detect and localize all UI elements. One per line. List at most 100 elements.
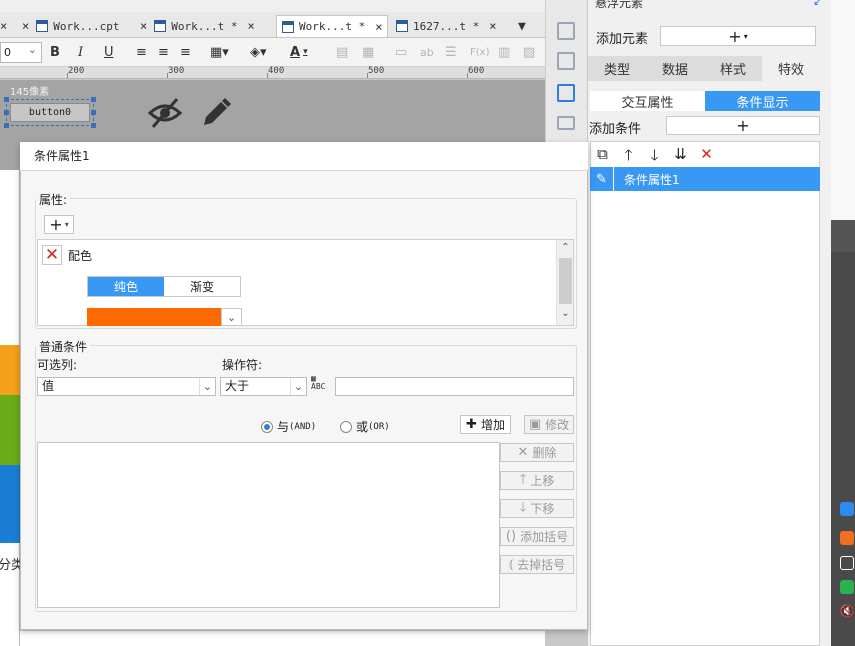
collapse-icon[interactable]: ↙: [813, 0, 822, 8]
cell-properties-icon[interactable]: [557, 22, 575, 40]
or-sub-label: (OR): [368, 421, 390, 432]
fill-color-icon[interactable]: ◈▾: [250, 43, 267, 61]
green-cell-block: [0, 395, 20, 465]
modify-label: 修改: [545, 418, 570, 432]
tab-label: 1627...t *: [413, 19, 480, 33]
column-select[interactable]: 值 ⌄: [37, 377, 216, 396]
close-icon[interactable]: ×: [375, 20, 382, 34]
merge-cells-icon[interactable]: ▤: [336, 43, 348, 61]
add-bracket-button[interactable]: () 添加括号: [500, 527, 574, 546]
operator-select[interactable]: 大于 ⌄: [220, 377, 307, 396]
chevron-down-icon[interactable]: ⌄: [221, 308, 242, 326]
and-radio[interactable]: 与 (AND): [261, 418, 316, 435]
tab-0[interactable]: × Work...cpt: [22, 15, 119, 37]
underline-button[interactable]: U: [104, 43, 114, 61]
image-icon[interactable]: ▨: [523, 43, 535, 61]
align-right-icon[interactable]: ≡: [180, 43, 191, 61]
move-down-icon[interactable]: 🡓: [646, 145, 663, 164]
chevron-down-icon: ⌄: [290, 378, 306, 395]
scroll-down-icon[interactable]: ⌄: [557, 308, 574, 319]
scroll-up-icon[interactable]: ⌃: [557, 242, 574, 253]
chart-icon[interactable]: ▥: [498, 43, 510, 61]
formula-icon[interactable]: F(x): [470, 43, 489, 61]
plus-icon: +: [49, 215, 63, 234]
border-icon[interactable]: ▦▾: [210, 43, 229, 61]
tab-list-icon[interactable]: ▼: [518, 15, 526, 37]
report-file-icon: [154, 20, 167, 32]
tab-type[interactable]: 类型: [588, 56, 646, 81]
tab-interaction[interactable]: 交互属性: [590, 91, 705, 111]
widget-settings-icon[interactable]: [557, 52, 575, 70]
tab-style[interactable]: 样式: [704, 56, 762, 81]
move-bottom-icon[interactable]: ⇊: [672, 145, 689, 163]
move-up-button[interactable]: 🡑 上移: [500, 471, 574, 490]
mute-icon[interactable]: 🔇: [840, 604, 855, 618]
radio-unchecked-icon[interactable]: [340, 420, 352, 433]
tab-1[interactable]: × Work...t * ×: [140, 15, 255, 37]
tab-2[interactable]: Work...t * ×: [276, 15, 389, 37]
floating-button-element[interactable]: button0: [4, 97, 96, 128]
modify-button[interactable]: ▣ 修改: [524, 415, 574, 434]
plus-icon: ✚: [466, 417, 477, 432]
close-icon[interactable]: ×: [489, 19, 496, 33]
condition-list-item[interactable]: ✎ 条件属性1: [590, 167, 820, 191]
tab-effects[interactable]: 特效: [762, 56, 820, 81]
condition-expression-area[interactable]: [37, 442, 500, 608]
add-condition-button[interactable]: +: [666, 116, 820, 135]
link-icon[interactable]: ▭: [395, 43, 407, 61]
move-down-button[interactable]: 🡓 下移: [500, 499, 574, 518]
arrow-up-icon: 🡑: [519, 471, 527, 487]
text-align-icon[interactable]: ☰: [445, 43, 457, 61]
orange-cell-block: [0, 345, 20, 395]
abbr-icon[interactable]: ab: [420, 43, 434, 61]
font-color-button[interactable]: A ▾: [290, 43, 308, 61]
float-element-icon[interactable]: [557, 84, 575, 102]
browser-tray-icon[interactable]: [840, 531, 854, 545]
close-icon[interactable]: ×: [140, 19, 147, 33]
or-radio[interactable]: 或 (OR): [340, 418, 390, 435]
add-attribute-button[interactable]: +: [44, 215, 74, 234]
add-condition-row-button[interactable]: ✚ 增加: [460, 415, 511, 434]
remove-bracket-button[interactable]: ⦅ 去掉括号: [500, 555, 574, 574]
close-icon[interactable]: ×: [22, 19, 29, 33]
window-tray-icon[interactable]: [840, 556, 854, 570]
font-size-select[interactable]: 0: [0, 40, 42, 63]
tab-3[interactable]: 1627...t * ×: [396, 15, 496, 37]
add-label: 增加: [480, 418, 505, 432]
radio-checked-icon[interactable]: [261, 420, 273, 433]
scroll-thumb[interactable]: [559, 258, 572, 304]
edit-pencil-icon[interactable]: ✎: [590, 167, 614, 191]
tab-close-cutoff[interactable]: ×: [0, 15, 7, 37]
bold-button[interactable]: B: [50, 43, 60, 61]
pencil-icon[interactable]: [199, 96, 231, 130]
gradient-option[interactable]: 渐变: [164, 277, 240, 296]
color-swatch[interactable]: [87, 308, 221, 326]
close-icon: ✕: [517, 445, 529, 460]
delete-button[interactable]: ✕ 删除: [500, 443, 574, 462]
close-icon[interactable]: ×: [247, 19, 254, 33]
value-type-icon[interactable]: ▦ ABC: [311, 375, 325, 391]
solid-color-option[interactable]: 纯色: [88, 277, 164, 296]
remove-bracket-label: 去掉括号: [517, 558, 566, 572]
delete-icon[interactable]: ✕: [698, 145, 715, 163]
and-sub-label: (AND): [289, 421, 317, 432]
form-widget-icon[interactable]: [557, 116, 575, 130]
align-center-icon[interactable]: ≡: [158, 43, 169, 61]
tab-conditional-display[interactable]: 条件显示: [705, 91, 820, 111]
move-up-icon[interactable]: 🡑: [620, 145, 637, 164]
split-cells-icon[interactable]: ▦: [362, 43, 374, 61]
italic-button[interactable]: I: [78, 43, 83, 61]
condition-item-label: 条件属性1: [624, 172, 680, 187]
tab-data[interactable]: 数据: [646, 56, 704, 81]
copy-icon[interactable]: ⧉: [594, 145, 611, 163]
add-element-button[interactable]: + ▾: [660, 26, 816, 46]
eye-hidden-icon[interactable]: [147, 96, 183, 130]
app-tray-icon[interactable]: [840, 502, 854, 516]
condition-value-input[interactable]: [335, 377, 574, 396]
tab-label: Work...t *: [171, 19, 238, 33]
remove-attribute-button[interactable]: ✕: [42, 245, 62, 265]
align-left-icon[interactable]: ≡: [136, 43, 147, 61]
wechat-tray-icon[interactable]: [840, 580, 854, 594]
effect-subtabs: 交互属性 条件显示: [590, 91, 820, 111]
attribute-scrollbar[interactable]: ⌃ ⌄: [556, 240, 573, 325]
